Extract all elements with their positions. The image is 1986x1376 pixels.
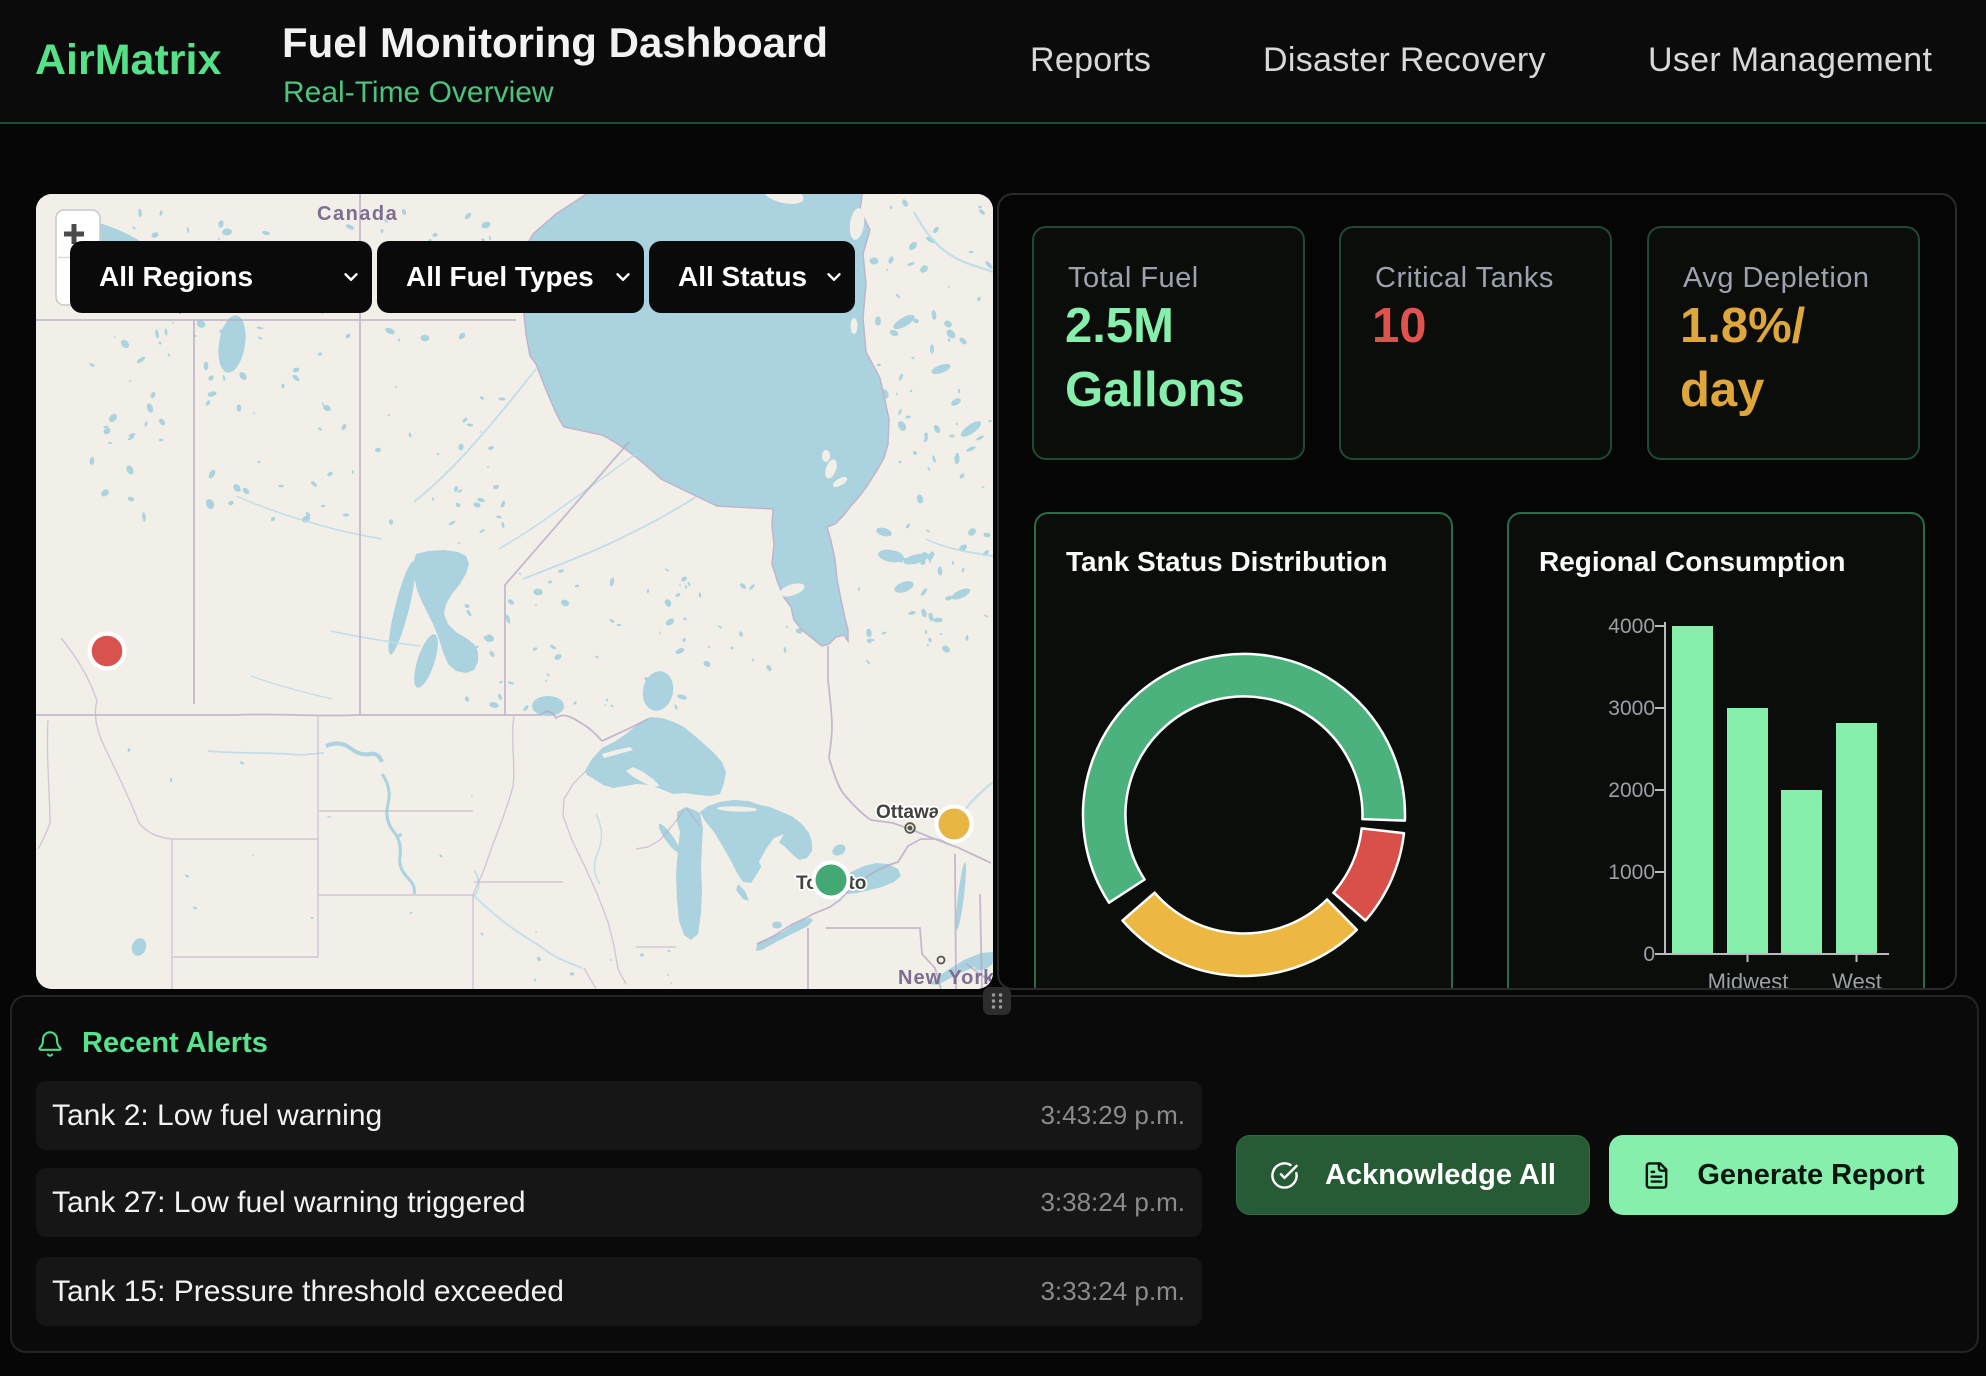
svg-text:Midwest: Midwest bbox=[1708, 969, 1789, 990]
svg-text:4000: 4000 bbox=[1608, 615, 1655, 638]
svg-text:New York: New York bbox=[898, 967, 993, 989]
svg-text:West: West bbox=[1832, 969, 1882, 990]
svg-text:1000: 1000 bbox=[1608, 861, 1655, 884]
svg-text:0: 0 bbox=[1643, 943, 1655, 966]
svg-text:2000: 2000 bbox=[1608, 779, 1655, 802]
svg-text:Canada: Canada bbox=[317, 203, 398, 225]
svg-text:Ottawa: Ottawa bbox=[876, 802, 940, 823]
svg-text:3000: 3000 bbox=[1608, 697, 1655, 720]
